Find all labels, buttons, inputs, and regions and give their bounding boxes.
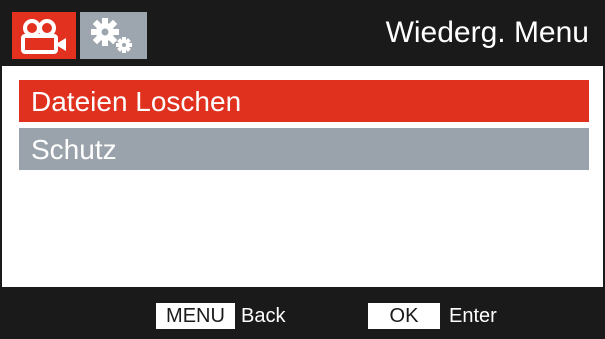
video-camera-icon — [21, 19, 66, 54]
gears-icon — [91, 18, 132, 53]
menu-key[interactable]: MENU — [156, 303, 235, 329]
footer-bar: MENU Back OK Enter — [2, 287, 603, 339]
dashcam-screen: Wiederg. Menu Dateien Loschen Schutz MEN… — [0, 0, 605, 339]
menu-item-delete-files[interactable]: Dateien Loschen — [19, 80, 589, 122]
tab-video[interactable] — [12, 12, 76, 59]
menu-list: Dateien Loschen Schutz — [19, 80, 589, 176]
tab-settings[interactable] — [80, 12, 147, 59]
menu-title: Wiederg. Menu — [385, 16, 589, 49]
header-bar: Wiederg. Menu — [2, 2, 603, 66]
back-label: Back — [241, 305, 286, 327]
menu-item-protect[interactable]: Schutz — [19, 128, 589, 170]
enter-label: Enter — [449, 305, 497, 327]
ok-key[interactable]: OK — [368, 303, 440, 329]
